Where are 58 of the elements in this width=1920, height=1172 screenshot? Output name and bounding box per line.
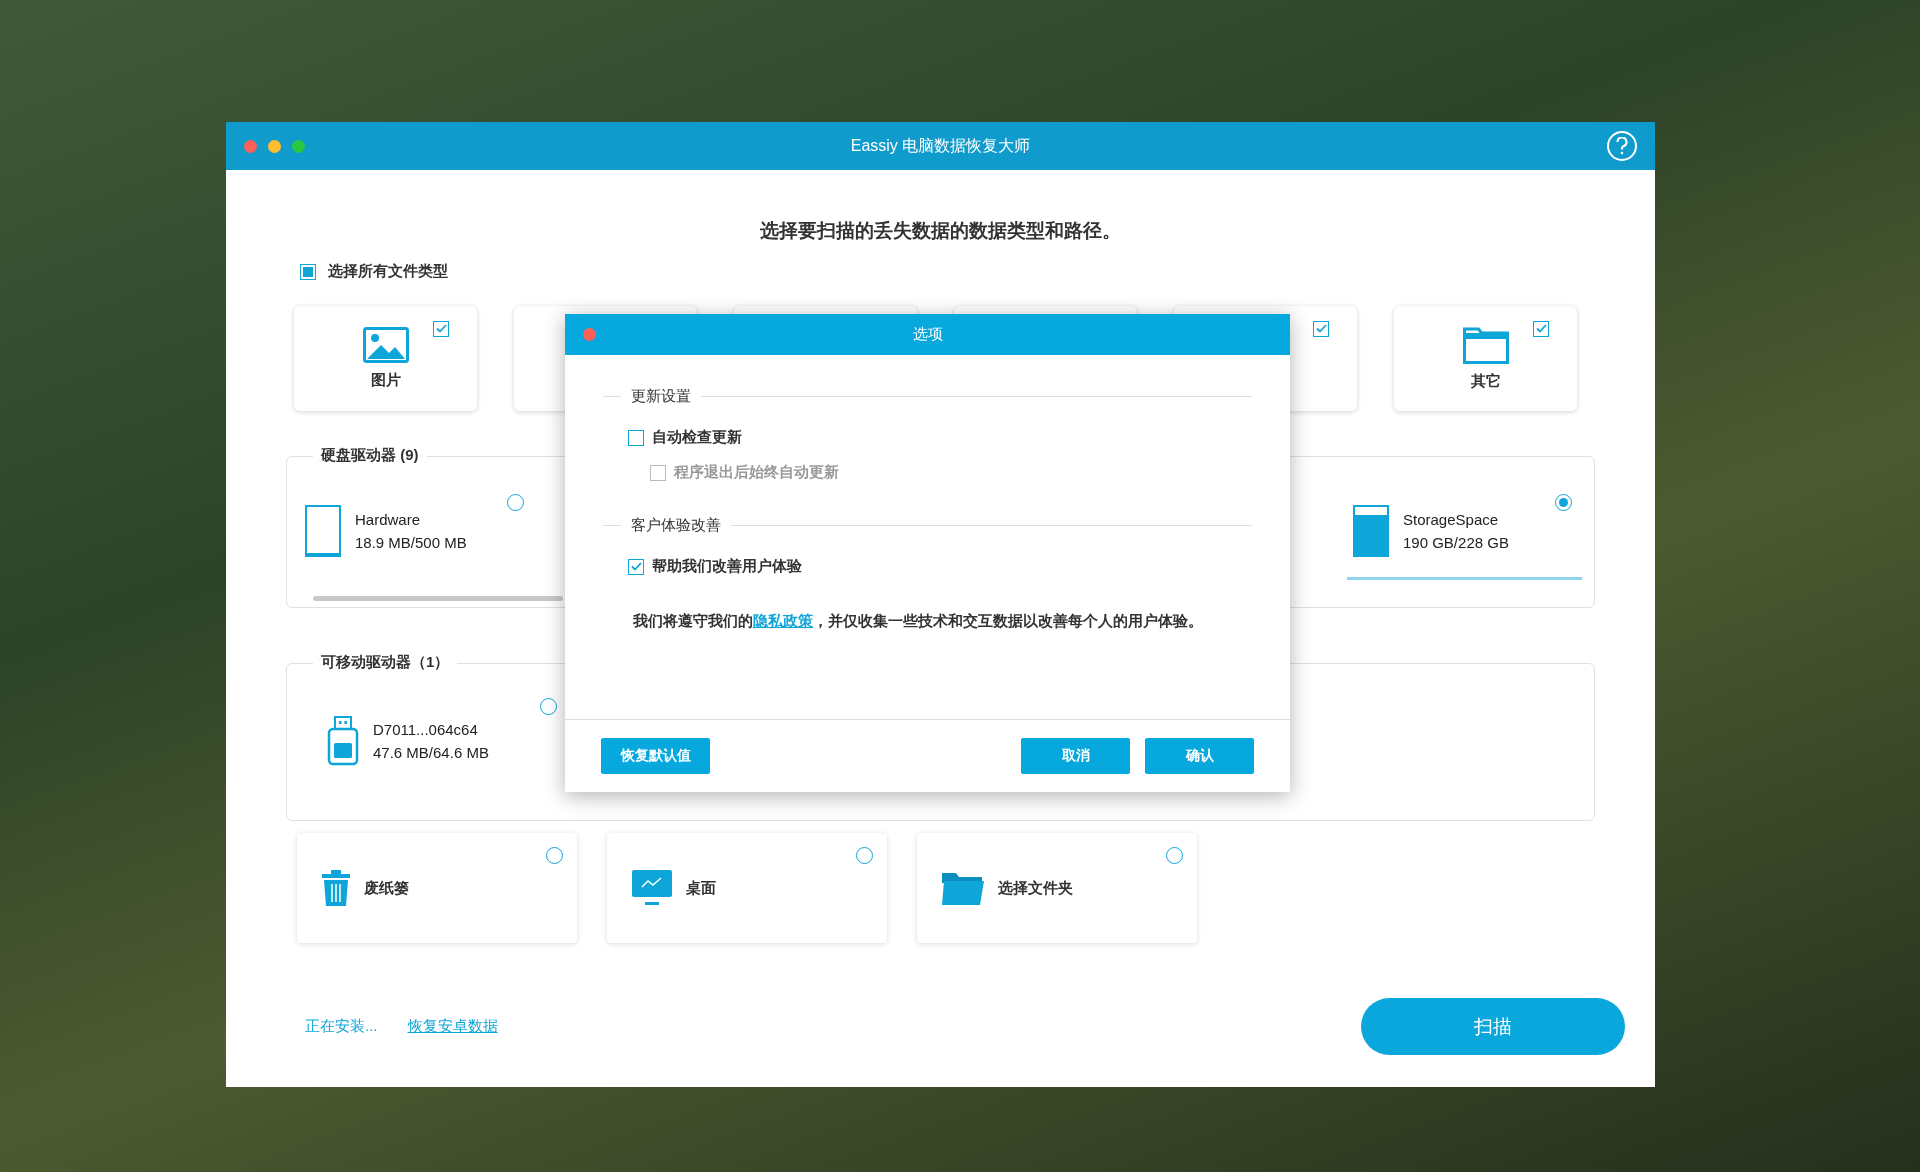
drive-size: 47.6 MB/64.6 MB [373, 743, 489, 761]
file-type-card[interactable]: 图片 [294, 306, 477, 411]
drive-size: 190 GB/228 GB [1403, 533, 1509, 551]
checkbox[interactable] [433, 320, 449, 337]
file-type-label: 图片 [370, 371, 401, 390]
close-button[interactable] [583, 328, 596, 341]
drive-name: Hardware [355, 510, 422, 528]
section-title: 客户体验改善 [631, 516, 721, 535]
drive-name: D7011...064c64 [373, 720, 479, 738]
trash-icon [322, 870, 350, 906]
folder-icon [942, 871, 984, 905]
minimize-button[interactable] [268, 139, 281, 153]
radio-button[interactable] [507, 494, 524, 511]
drive-icon [305, 504, 341, 557]
radio-button[interactable] [1555, 494, 1572, 511]
radio-button[interactable] [856, 847, 873, 864]
help-button[interactable] [1607, 131, 1637, 161]
image-icon [362, 327, 409, 363]
checkbox[interactable] [628, 429, 644, 446]
location-label: 桌面 [686, 878, 716, 898]
drive-size: 18.9 MB/500 MB [355, 533, 467, 551]
select-all-label: 选择所有文件类型 [328, 262, 448, 281]
dialog-title: 选项 [912, 325, 943, 344]
checkbox[interactable] [300, 263, 316, 280]
checkbox[interactable] [1313, 320, 1329, 337]
section-title: 可移动驱动器（1） [313, 653, 458, 672]
location-label: 废纸篓 [364, 878, 409, 898]
section-title: 硬盘驱动器 (9) [313, 446, 427, 465]
radio-button[interactable] [546, 847, 563, 864]
radio-button[interactable] [540, 698, 557, 715]
location-label: 选择文件夹 [998, 878, 1073, 898]
drive-item[interactable]: StorageSpace 190 GB/228 GB [1347, 484, 1582, 580]
drive-icon [1353, 504, 1389, 557]
location-card[interactable]: 桌面 [607, 833, 887, 943]
option-checkbox[interactable]: 帮助我们改善用户体验 [628, 557, 1252, 576]
usb-drive-icon [327, 715, 359, 766]
window-title: Eassiy 电脑数据恢复大师 [850, 135, 1031, 156]
scrollbar[interactable] [313, 596, 563, 601]
location-card[interactable]: 废纸篓 [297, 833, 577, 943]
checkbox[interactable] [628, 558, 644, 575]
file-type-label: 其它 [1470, 372, 1501, 391]
location-card[interactable]: 选择文件夹 [917, 833, 1197, 943]
monitor-icon [632, 870, 672, 906]
page-heading: 选择要扫描的丢失数据的数据类型和路径。 [759, 219, 1122, 243]
checkbox[interactable] [1533, 320, 1549, 337]
radio-button[interactable] [1166, 847, 1183, 864]
drive-item[interactable]: D7011...064c64 47.6 MB/64.6 MB [299, 694, 559, 790]
section-title: 更新设置 [631, 387, 691, 406]
drive-name: StorageSpace [1403, 510, 1500, 528]
file-type-card[interactable]: 其它 [1394, 306, 1577, 411]
option-checkbox[interactable]: 自动检查更新 [628, 428, 1252, 447]
folder-icon [1462, 326, 1509, 364]
drive-item[interactable]: Hardware 18.9 MB/500 MB [299, 484, 534, 580]
close-button[interactable] [244, 139, 257, 153]
privacy-note: 我们将遵守我们的隐私政策，并仅收集一些技术和交互数据以改善每个人的用户体验。 [633, 611, 1204, 631]
help-icon [1615, 137, 1629, 155]
zoom-button[interactable] [292, 139, 305, 153]
install-status: 正在安装... [305, 1017, 378, 1036]
